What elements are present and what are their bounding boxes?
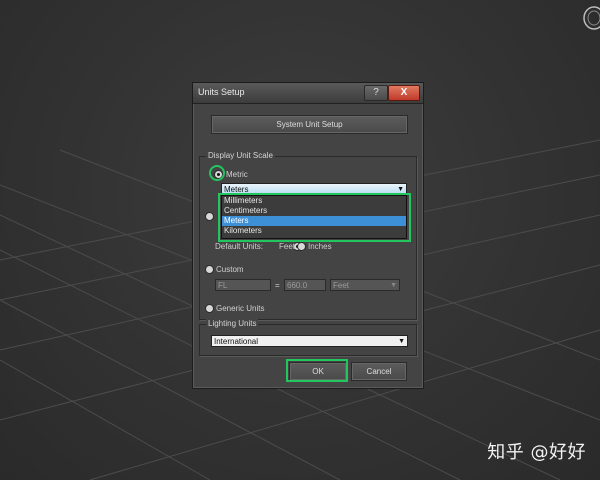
- us-standard-radio[interactable]: [205, 212, 214, 221]
- custom-equals: =: [275, 281, 280, 290]
- cancel-button[interactable]: Cancel: [351, 362, 407, 381]
- chevron-down-icon: ▼: [390, 282, 397, 289]
- dropdown-highlight-box: [218, 193, 411, 242]
- custom-radio[interactable]: [205, 265, 214, 274]
- generic-units-label: Generic Units: [216, 304, 265, 313]
- lighting-units-value: International: [214, 337, 259, 346]
- system-unit-setup-button[interactable]: System Unit Setup: [211, 115, 408, 134]
- custom-label: Custom: [216, 265, 244, 274]
- metric-label: Metric: [226, 170, 248, 179]
- default-units-label: Default Units:: [215, 242, 264, 251]
- default-inches-radio[interactable]: [297, 242, 306, 251]
- lighting-units-select[interactable]: International ▼: [211, 335, 408, 347]
- chevron-down-icon: ▼: [398, 338, 405, 345]
- custom-unit-value: Feet: [333, 281, 350, 290]
- lighting-units-group: Lighting Units International ▼: [199, 319, 417, 356]
- default-inches-label: Inches: [308, 242, 332, 251]
- display-unit-scale-title: Display Unit Scale: [206, 151, 275, 160]
- units-setup-dialog: Units Setup ? X System Unit Setup Displa…: [192, 82, 424, 389]
- custom-value-field[interactable]: 660.0: [284, 279, 326, 291]
- teapot-object: [583, 6, 600, 30]
- custom-name-field[interactable]: FL: [215, 279, 271, 291]
- dialog-title: Units Setup: [198, 87, 245, 97]
- lighting-units-title: Lighting Units: [206, 319, 259, 328]
- dialog-titlebar[interactable]: Units Setup ? X: [193, 83, 423, 104]
- metric-highlight-circle: [209, 165, 225, 181]
- help-button[interactable]: ?: [364, 85, 388, 101]
- generic-units-radio[interactable]: [205, 304, 214, 313]
- custom-unit-select[interactable]: Feet ▼: [330, 279, 400, 291]
- watermark: 知乎 @好好: [487, 442, 586, 463]
- default-feet-label: Feet: [279, 242, 296, 251]
- close-button[interactable]: X: [388, 85, 420, 101]
- ok-highlight-box: [286, 359, 348, 382]
